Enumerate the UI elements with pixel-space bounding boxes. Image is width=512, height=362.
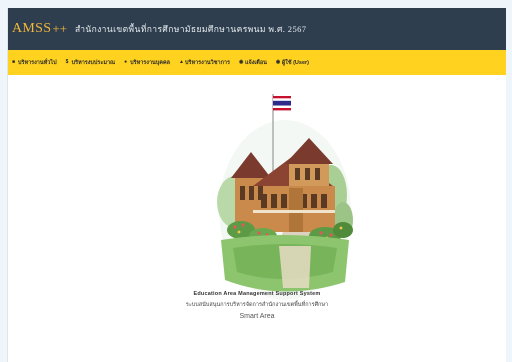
brand-logo[interactable]: AMSS: [12, 21, 51, 37]
page-background: AMSS ++ สำนักงานเขตพื้นที่การศึกษามัธยมศึ…: [0, 0, 512, 362]
tagline: Smart Area: [239, 313, 275, 320]
main-content: Education Area Management Support System…: [8, 75, 506, 362]
menu-general-admin-label: บริหารงานทั่วไป: [18, 59, 57, 66]
menu-academic-admin-label: บริหารงานวิชาการ: [185, 59, 230, 66]
menu-budget-admin[interactable]: $ บริหารงบประมาณ: [66, 59, 116, 67]
thai-flag: [273, 96, 291, 111]
brand-logo-suffix: ++: [52, 21, 68, 36]
app-window: AMSS ++ สำนักงานเขตพื้นที่การศึกษามัธยมศึ…: [7, 8, 506, 362]
money-icon: $: [65, 59, 69, 65]
building-illustration: [217, 94, 353, 300]
menu-academic-admin[interactable]: ▲ บริหารงานวิชาการ: [179, 59, 230, 67]
menu-notifications[interactable]: ◉ แจ้งเตือน: [239, 59, 267, 67]
person-icon: ●: [124, 59, 128, 65]
menu-personnel-admin[interactable]: ● บริหารงานบุคคล: [124, 59, 170, 67]
document-icon: ■: [12, 59, 16, 65]
graduation-cap-icon: ▲: [179, 59, 184, 65]
main-menu-bar: ■ บริหารงานทั่วไป $ บริหารงบประมาณ ● บริ…: [8, 50, 506, 75]
menu-user-label: ผู้ใช้ (User): [281, 59, 309, 66]
menu-budget-admin-label: บริหารงบประมาณ: [71, 59, 116, 66]
menu-user[interactable]: ◉ ผู้ใช้ (User): [276, 59, 309, 67]
user-circle-icon: ◉: [275, 59, 281, 65]
info-icon: ◉: [238, 59, 244, 65]
top-header: AMSS ++ สำนักงานเขตพื้นที่การศึกษามัธยมศึ…: [8, 8, 506, 50]
menu-notifications-label: แจ้งเตือน: [244, 59, 267, 66]
menu-personnel-admin-label: บริหารงานบุคคล: [130, 59, 171, 66]
system-name-english: Education Area Management Support System: [193, 291, 321, 297]
system-name-thai: ระบบสนับสนุนการบริหารจัดการสำนักงานเขตพื…: [185, 302, 329, 308]
organization-name: สำนักงานเขตพื้นที่การศึกษามัธยมศึกษานครพ…: [75, 24, 307, 34]
menu-general-admin[interactable]: ■ บริหารงานทั่วไป: [12, 59, 57, 67]
